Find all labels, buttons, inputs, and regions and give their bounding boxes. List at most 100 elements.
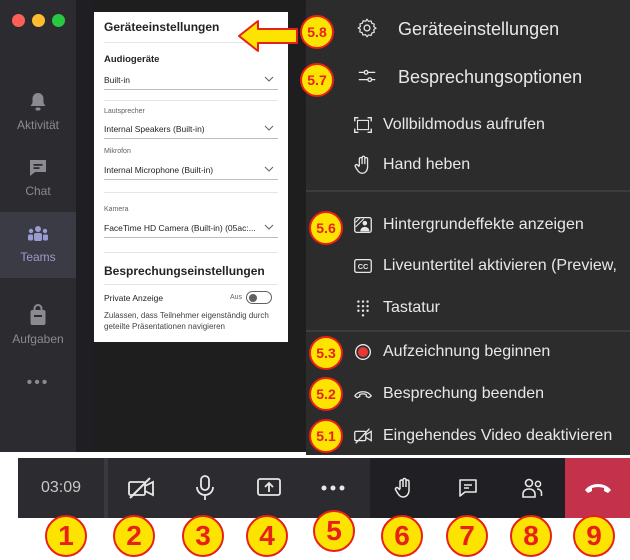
divider — [104, 284, 278, 285]
camera-toggle-button[interactable] — [109, 458, 173, 518]
more-actions-button[interactable] — [301, 458, 365, 518]
audio-device-select[interactable]: Built-in — [104, 70, 278, 90]
microphone-value: Internal Microphone (Built-in) — [104, 165, 214, 175]
sidebar-item-label: Chat — [25, 184, 51, 198]
private-view-description: Zulassen, dass Teilnehmer eigenständig d… — [104, 311, 269, 331]
badge-5-1: 5.1 — [309, 419, 343, 453]
teams-icon — [28, 226, 48, 241]
hand-icon — [394, 477, 410, 498]
badge-3: 3 — [182, 515, 224, 557]
hand-icon — [354, 155, 369, 174]
chat-icon — [459, 479, 477, 497]
close-window-button[interactable] — [12, 14, 25, 27]
menu-item-label: Liveuntertitel aktivieren (Preview, — [383, 257, 617, 274]
fullscreen-icon — [354, 116, 372, 134]
badge-6: 6 — [381, 515, 423, 557]
private-view-label: Private Anzeige — [104, 293, 164, 303]
record-icon — [354, 343, 372, 361]
menu-item-live-captions[interactable]: CC Liveuntertitel aktivieren (Preview, — [306, 246, 630, 286]
microphone-toggle-button[interactable] — [173, 458, 237, 518]
end-call-icon — [354, 391, 372, 399]
keypad-icon — [357, 300, 369, 317]
more-apps-button[interactable]: ••• — [0, 374, 76, 392]
teams-meeting-window: Aktivität Chat Teams Aufgaben ••• Geräte… — [0, 0, 630, 512]
chevron-down-icon — [264, 224, 274, 230]
microphone-icon — [196, 475, 214, 500]
sidebar-item-activity[interactable]: Aktivität — [0, 80, 76, 146]
sidebar-item-teams[interactable]: Teams — [0, 212, 76, 278]
participants-button[interactable] — [500, 458, 564, 518]
sliders-icon — [358, 69, 376, 83]
chevron-down-icon — [264, 76, 274, 82]
badge-2: 2 — [113, 515, 155, 557]
menu-item-label: Besprechung beenden — [383, 385, 545, 402]
menu-item-device-settings[interactable]: Geräteeinstellungen — [306, 8, 630, 52]
camera-value: FaceTime HD Camera (Built-in) (05ac:... — [104, 223, 256, 233]
divider — [104, 100, 278, 101]
menu-item-disable-incoming-video[interactable]: Eingehendes Video deaktivieren — [306, 416, 630, 456]
speaker-label: Lautsprecher — [104, 108, 145, 115]
badge-5-7: 5.7 — [300, 63, 334, 97]
maximize-window-button[interactable] — [52, 14, 65, 27]
menu-item-label: Aufzeichnung beginnen — [383, 343, 551, 360]
audio-devices-heading: Audiogeräte — [104, 54, 160, 65]
gear-icon — [357, 18, 377, 38]
camera-label: Kamera — [104, 206, 129, 213]
menu-item-label: Eingehendes Video deaktivieren — [383, 427, 613, 444]
menu-item-label: Tastatur — [383, 299, 440, 316]
speaker-select[interactable]: Internal Speakers (Built-in) — [104, 119, 278, 139]
private-view-state: Aus — [230, 294, 243, 301]
minimize-window-button[interactable] — [32, 14, 45, 27]
hang-up-icon — [584, 484, 611, 493]
menu-item-label: Hintergrundeffekte anzeigen — [383, 216, 584, 233]
sidebar-item-label: Teams — [20, 250, 56, 264]
share-screen-button[interactable] — [237, 458, 301, 518]
sidebar-item-chat[interactable]: Chat — [0, 146, 76, 212]
menu-item-start-recording[interactable]: Aufzeichnung beginnen — [306, 332, 630, 372]
sidebar-item-tasks[interactable]: Aufgaben — [0, 294, 76, 360]
badge-5: 5 — [313, 510, 355, 552]
menu-item-keypad[interactable]: Tastatur — [306, 288, 630, 328]
microphone-label: Mikrofon — [104, 148, 131, 155]
app-rail: Aktivität Chat Teams Aufgaben ••• — [0, 0, 76, 452]
badge-5-2: 5.2 — [309, 377, 343, 411]
menu-item-label: Hand heben — [383, 156, 471, 173]
menu-item-raise-hand[interactable]: Hand heben — [306, 145, 630, 185]
captions-icon: CC — [354, 258, 372, 274]
badge-7: 7 — [446, 515, 488, 557]
chevron-down-icon — [264, 166, 274, 172]
sidebar-item-label: Aufgaben — [12, 332, 64, 346]
menu-item-label: Besprechungsoptionen — [398, 67, 583, 87]
chevron-down-icon — [264, 125, 274, 131]
menu-item-label: Vollbildmodus aufrufen — [383, 116, 545, 133]
menu-item-meeting-options[interactable]: Besprechungsoptionen — [306, 56, 630, 100]
menu-separator — [306, 190, 630, 192]
chat-icon — [30, 160, 46, 176]
meeting-settings-heading: Besprechungseinstellungen — [104, 264, 265, 278]
bell-icon — [30, 93, 46, 111]
camera-select[interactable]: FaceTime HD Camera (Built-in) (05ac:... — [104, 218, 278, 238]
microphone-select[interactable]: Internal Microphone (Built-in) — [104, 160, 278, 180]
divider — [104, 458, 108, 518]
camera-off-icon — [128, 477, 154, 499]
badge-5-6: 5.6 — [309, 211, 343, 245]
badge-8: 8 — [510, 515, 552, 557]
menu-item-label: Geräteeinstellungen — [398, 19, 560, 39]
menu-item-end-meeting[interactable]: Besprechung beenden — [306, 374, 630, 414]
video-off-icon — [354, 428, 372, 444]
divider — [104, 192, 278, 193]
audio-device-value: Built-in — [104, 75, 130, 85]
private-view-toggle[interactable] — [246, 291, 272, 304]
chat-button[interactable] — [436, 458, 500, 518]
menu-item-background-effects[interactable]: Hintergrundeffekte anzeigen — [306, 205, 630, 245]
participants-icon — [522, 478, 543, 498]
ellipsis-icon — [321, 485, 345, 491]
hang-up-button[interactable] — [565, 458, 630, 518]
raise-hand-button[interactable] — [372, 458, 436, 518]
badge-9: 9 — [573, 515, 615, 557]
badge-5-3: 5.3 — [309, 336, 343, 370]
meeting-timer: 03:09 — [18, 458, 104, 518]
menu-item-fullscreen[interactable]: Vollbildmodus aufrufen — [306, 105, 630, 145]
control-bar-right-group — [370, 458, 565, 518]
tasks-icon — [30, 304, 46, 325]
